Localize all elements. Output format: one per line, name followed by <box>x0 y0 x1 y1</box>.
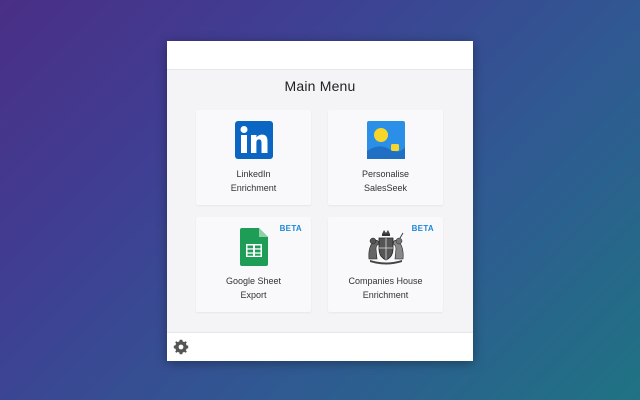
tile-companies-house-enrichment[interactable]: BETA Companies House Enrichment <box>328 217 443 312</box>
tile-label: Google Sheet Export <box>202 274 305 302</box>
tile-label-line: Enrichment <box>230 183 277 193</box>
tile-label: Companies House Enrichment <box>334 274 437 302</box>
tile-label: LinkedIn Enrichment <box>202 167 305 195</box>
royal-crest-icon <box>328 227 443 267</box>
tile-personalise-salesseek[interactable]: Personalise SalesSeek <box>328 110 443 205</box>
linkedin-icon <box>196 120 311 160</box>
tile-label-line: Enrichment <box>362 290 409 300</box>
page-title: Main Menu <box>284 78 356 94</box>
tile-label-line: Google Sheet <box>225 276 282 286</box>
tile-label-line: SalesSeek <box>363 183 408 193</box>
tile-label-line: Personalise <box>361 169 410 179</box>
tile-linkedin-enrichment[interactable]: LinkedIn Enrichment <box>196 110 311 205</box>
tile-label: Personalise SalesSeek <box>334 167 437 195</box>
tile-label-line: Companies House <box>348 276 423 286</box>
tile-label-line: Export <box>240 290 267 300</box>
tile-label-line: LinkedIn <box>236 169 271 179</box>
popup-header-bar <box>167 41 473 70</box>
personalise-icon <box>328 120 443 160</box>
popup-footer <box>167 332 473 361</box>
google-sheets-icon <box>196 227 311 267</box>
tile-google-sheet-export[interactable]: BETA Google Sheet Export <box>196 217 311 312</box>
extension-popup: Main Menu LinkedIn Enrichment Personalis… <box>167 41 473 361</box>
gear-icon[interactable] <box>173 339 189 355</box>
